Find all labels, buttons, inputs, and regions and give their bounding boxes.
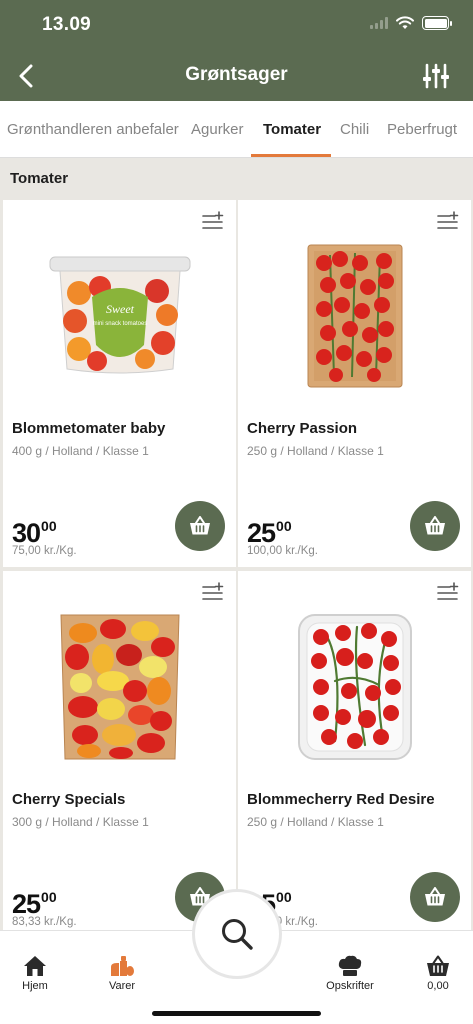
nav-label-recipes: Opskrifter [326,980,374,992]
category-tabs: Grønthandleren anbefaler Agurker Tomater… [0,101,473,158]
tab-gronthandleren-anbefaler[interactable]: Grønthandleren anbefaler [7,121,179,138]
search-icon [222,919,253,950]
product-name: Cherry Specials [12,791,126,808]
tab-tomater[interactable]: Tomater [263,121,321,138]
search-button[interactable] [192,889,282,979]
price-decimal: 00 [41,518,57,534]
tomato-tub-image: Sweet mini snack tomatoes [49,256,190,374]
basket-icon [425,516,445,535]
tab-chili[interactable]: Chili [340,121,369,138]
signal-icon [370,17,388,29]
active-tab-indicator [251,154,331,157]
price-integer: 30 [12,518,41,548]
add-to-list-icon[interactable] [437,581,459,603]
price-decimal: 00 [276,889,292,905]
chef-hat-icon [338,955,362,976]
status-time: 13.09 [42,14,92,35]
nav-item-basket[interactable]: 0,00 [403,955,473,992]
page-title: Grøntsager [185,64,288,85]
home-indicator [152,1011,321,1016]
add-to-list-icon[interactable] [202,210,224,232]
home-icon [24,956,46,976]
nav-label-products: Varer [108,980,136,992]
product-card[interactable]: Sweet mini snack tomatoes Blommetomater … [3,200,236,567]
nav-label-home: Hjem [22,980,48,992]
unit-price: 83,33 kr./Kg. [12,916,77,928]
package-label-sub: mini snack tomatoes [92,321,147,327]
tab-peberfrugt[interactable]: Peberfrugt [387,121,457,138]
product-name: Blommetomater baby [12,420,166,437]
product-image [238,236,471,396]
nav-item-products[interactable]: Varer [87,955,157,992]
product-description: 300 g / Holland / Klasse 1 [12,815,149,829]
product-card[interactable]: Cherry Specials 300 g / Holland / Klasse… [3,571,236,938]
basket-total: 0,00 [427,980,449,992]
add-to-list-icon[interactable] [437,210,459,232]
price-integer: 25 [247,518,276,548]
product-description: 250 g / Holland / Klasse 1 [247,815,384,829]
product-image [3,607,236,767]
unit-price: 100,00 kr./Kg. [247,545,318,557]
price-decimal: 00 [41,889,57,905]
price-decimal: 00 [276,518,292,534]
tab-agurker[interactable]: Agurker [191,121,244,138]
add-to-basket-button[interactable] [175,501,225,551]
price-integer: 25 [12,889,41,919]
groceries-icon [111,956,134,976]
product-image: Sweet mini snack tomatoes [3,236,236,396]
basket-icon [425,887,445,906]
add-to-list-icon[interactable] [202,581,224,603]
product-card[interactable]: Cherry Passion 250 g / Holland / Klasse … [238,200,471,567]
nav-item-home[interactable]: Hjem [0,955,70,992]
sliders-icon [423,63,449,89]
basket-icon [190,516,210,535]
add-to-basket-button[interactable] [410,872,460,922]
cherry-tray-image [307,244,402,388]
cherry-vine-tray-image [297,614,412,760]
unit-price: 75,00 kr./Kg. [12,545,77,557]
wifi-icon [396,16,414,29]
product-name: Cherry Passion [247,420,358,437]
status-icons [370,16,452,30]
package-label-sweet: Sweet [106,302,135,316]
product-name: Blommecherry Red Desire [247,791,435,808]
battery-icon [422,16,452,30]
bottom-navigation: Hjem Varer Opskrifter 0,00 [0,889,473,1024]
add-to-basket-button[interactable] [410,501,460,551]
mixed-cherry-tray-image [59,614,180,760]
nav-item-recipes[interactable]: Opskrifter [315,955,385,992]
product-card[interactable]: Blommecherry Red Desire 250 g / Holland … [238,571,471,938]
product-description: 400 g / Holland / Klasse 1 [12,444,149,458]
section-title: Tomater [10,170,69,187]
basket-icon [427,955,449,976]
product-description: 250 g / Holland / Klasse 1 [247,444,384,458]
app-header: 13.09 Grøntsager [0,0,473,101]
product-image [238,607,471,767]
filter-button[interactable] [419,58,453,94]
